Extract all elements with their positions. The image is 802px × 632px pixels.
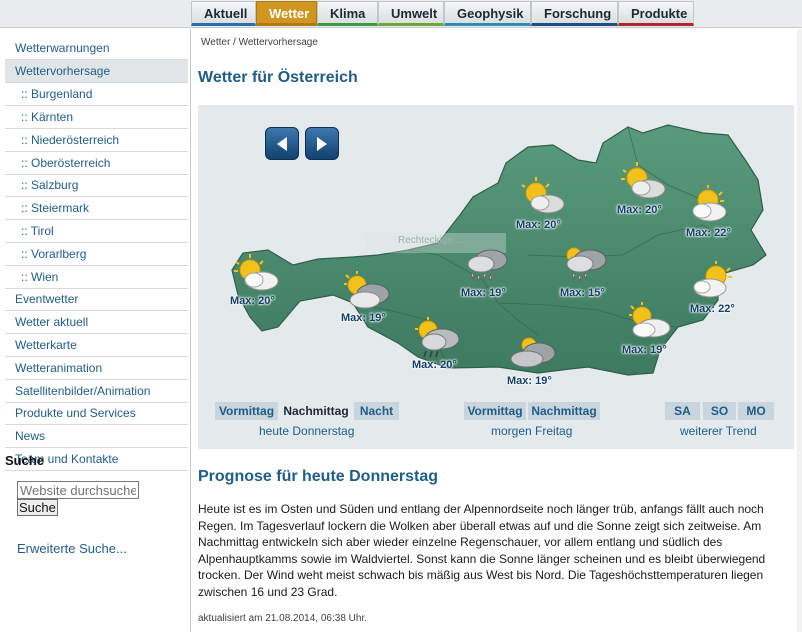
- sun-cloud-icon: [234, 254, 279, 291]
- sidebar-item-niederoesterreich[interactable]: :: Niederösterreich: [5, 129, 188, 152]
- arrow-left-icon: [277, 137, 287, 151]
- sidebar-item-steiermark[interactable]: :: Steiermark: [5, 197, 188, 220]
- forecast-wien[interactable]: Max: 22°: [690, 261, 770, 321]
- forecast-section-title: Prognose für heute Donnerstag: [198, 468, 439, 485]
- forecast-text: Heute ist es im Osten und Süden und entl…: [198, 502, 766, 599]
- max-temp: Max: 20°: [617, 204, 662, 216]
- forecast-osttirol[interactable]: Max: 20°: [412, 317, 492, 377]
- tab-forschung[interactable]: Forschung: [531, 1, 618, 26]
- sidebar-item-wetteranimation[interactable]: Wetteranimation: [5, 357, 188, 380]
- cloud-sun-icon: [344, 271, 390, 309]
- search-heading: Suche: [5, 453, 45, 468]
- tab-produkte[interactable]: Produkte: [618, 1, 694, 26]
- updated-timestamp: aktualisiert am 21.08.2014, 06:38 Uhr.: [198, 613, 367, 624]
- cloud-rain-icon: [566, 247, 607, 283]
- arrow-right-icon: [317, 137, 327, 151]
- sun-cloud-icon: [621, 162, 666, 199]
- page-title: Wetter für Österreich: [198, 69, 358, 86]
- cloudy-icon: [510, 337, 556, 368]
- sidebar-item-wetterwarnungen[interactable]: Wetterwarnungen: [5, 37, 188, 60]
- trend-so-button[interactable]: SO: [703, 402, 736, 420]
- sun-cloud-icon: [693, 261, 732, 298]
- prev-arrow-button[interactable]: [265, 127, 299, 160]
- trend-mo-button[interactable]: MO: [738, 402, 774, 420]
- forecast-time-controls: Vormittag Nachmittag Nacht heute Donners…: [198, 401, 794, 449]
- sidebar-item-salzburg[interactable]: :: Salzburg: [5, 174, 188, 197]
- tab-geophysik[interactable]: Geophysik: [444, 1, 531, 26]
- forecast-oberoesterreich[interactable]: Max: 20°: [516, 177, 596, 237]
- sun-rain-icon: [415, 317, 460, 358]
- forecast-steiermark[interactable]: Max: 15°: [560, 245, 640, 305]
- today-label: heute Donnerstag: [259, 424, 355, 438]
- sidebar-item-satellitenbilder[interactable]: Satellitenbilder/Animation: [5, 380, 188, 403]
- trend-label: weiterer Trend: [680, 424, 757, 438]
- sidebar-item-wetter-aktuell[interactable]: Wetter aktuell: [5, 311, 188, 334]
- next-arrow-button[interactable]: [305, 127, 339, 160]
- tomorrow-label: morgen Freitag: [491, 424, 573, 438]
- today-nachmittag-button[interactable]: Nachmittag: [280, 402, 352, 420]
- sun-cloud-icon: [692, 185, 727, 222]
- sidebar-item-oberoesterreich[interactable]: :: Oberösterreich: [5, 152, 188, 175]
- forecast-vorarlberg[interactable]: Max: 20°: [230, 253, 310, 313]
- forecast-kaernten[interactable]: Max: 19°: [507, 333, 587, 393]
- today-vormittag-button[interactable]: Vormittag: [215, 402, 278, 420]
- sidebar-item-produkte-services[interactable]: Produkte und Services: [5, 402, 188, 425]
- max-temp: Max: 19°: [341, 312, 386, 324]
- search-input[interactable]: [17, 481, 139, 499]
- advanced-search-link[interactable]: Erweiterte Suche...: [17, 541, 127, 556]
- page: Aktuell Wetter Klima Umwelt Geophysik Fo…: [0, 0, 802, 632]
- trend-sa-button[interactable]: SA: [665, 402, 700, 420]
- scrollbar[interactable]: [797, 29, 802, 632]
- forecast-salzburg[interactable]: Max: 19°: [461, 245, 541, 305]
- cloud-sun-icon: [629, 302, 671, 338]
- tomorrow-nachmittag-button[interactable]: Nachmittag: [528, 402, 600, 420]
- today-nacht-button[interactable]: Nacht: [354, 402, 399, 420]
- tab-aktuell[interactable]: Aktuell: [191, 1, 256, 26]
- max-temp: Max: 20°: [516, 219, 561, 231]
- max-temp: Max: 20°: [230, 295, 275, 307]
- max-temp: Max: 20°: [412, 359, 457, 371]
- sidebar-item-wien[interactable]: :: Wien: [5, 266, 188, 289]
- sun-cloud-icon: [521, 177, 565, 214]
- top-navigation: Aktuell Wetter Klima Umwelt Geophysik Fo…: [0, 0, 802, 28]
- tomorrow-vormittag-button[interactable]: Vormittag: [464, 402, 526, 420]
- max-temp: Max: 19°: [622, 344, 667, 356]
- sidebar-item-eventwetter[interactable]: Eventwetter: [5, 288, 188, 311]
- forecast-waldviertel[interactable]: Max: 20°: [617, 162, 697, 222]
- tab-wetter[interactable]: Wetter: [256, 1, 317, 26]
- sidebar-item-kaernten[interactable]: :: Kärnten: [5, 106, 188, 129]
- sidebar-item-tirol[interactable]: :: Tirol: [5, 220, 188, 243]
- search-button[interactable]: Suche: [17, 499, 58, 516]
- austria-weather-map[interactable]: Rechteckige ... Max: 20° Max: 19° Max: 2…: [198, 105, 794, 401]
- max-temp: Max: 15°: [560, 287, 605, 299]
- tab-klima[interactable]: Klima: [317, 1, 378, 26]
- top-tabs: Aktuell Wetter Klima Umwelt Geophysik Fo…: [191, 1, 694, 26]
- sidebar-item-burgenland[interactable]: :: Burgenland: [5, 83, 188, 106]
- max-temp: Max: 19°: [461, 287, 506, 299]
- forecast-niederoesterreich[interactable]: Max: 22°: [686, 185, 766, 245]
- sidebar-item-wettervorhersage[interactable]: Wettervorhersage: [5, 60, 188, 83]
- max-temp: Max: 22°: [686, 227, 731, 239]
- tab-umwelt[interactable]: Umwelt: [378, 1, 444, 26]
- cloud-rain-icon: [467, 249, 508, 283]
- sidebar-item-vorarlberg[interactable]: :: Vorarlberg: [5, 243, 188, 266]
- sidebar-item-wetterkarte[interactable]: Wetterkarte: [5, 334, 188, 357]
- breadcrumb: Wetter / Wettervorhersage: [201, 37, 318, 48]
- forecast-tirol[interactable]: Max: 19°: [341, 270, 421, 330]
- forecast-burgenland[interactable]: Max: 19°: [622, 302, 702, 362]
- map-watermark: Rechteckige ...: [398, 235, 465, 246]
- sidebar-item-news[interactable]: News: [5, 425, 188, 448]
- max-temp: Max: 19°: [507, 375, 552, 387]
